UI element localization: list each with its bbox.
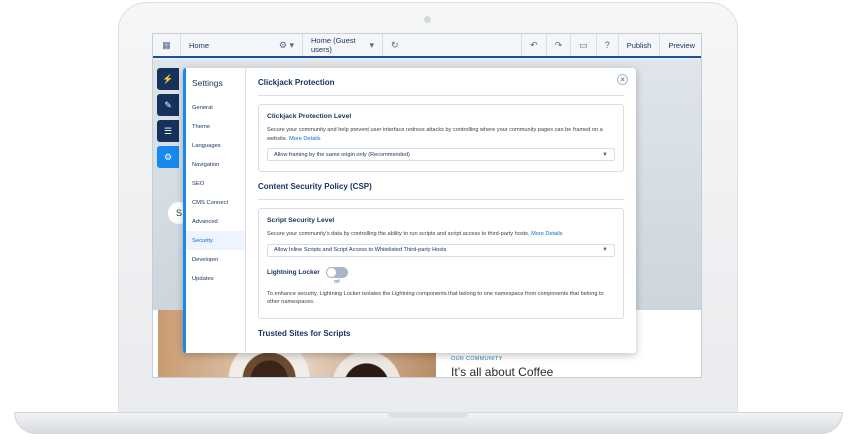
divider	[258, 199, 624, 200]
list-icon: ☰	[163, 125, 173, 136]
theme-button[interactable]: ✎	[157, 94, 179, 116]
grid-icon: ▦	[162, 39, 171, 50]
redo-icon: ↷	[554, 39, 563, 50]
undo-button[interactable]: ↶	[521, 34, 547, 56]
settings-nav-cms-connect[interactable]: CMS Connect	[186, 193, 245, 212]
gear-icon[interactable]: ⚙ ▾	[279, 40, 294, 51]
redo-button[interactable]: ↷	[547, 34, 572, 56]
publish-button[interactable]: Publish	[619, 34, 661, 56]
left-rail: ⚡ ✎ ☰ ⚙	[157, 68, 179, 168]
csp-description: Secure your community's data by controll…	[267, 230, 615, 239]
home-label: Home	[189, 40, 210, 50]
toggle-knob	[326, 267, 336, 277]
lightning-button[interactable]: ⚡	[157, 68, 179, 90]
camera	[424, 16, 431, 23]
csp-description-text: Secure your community's data by controll…	[267, 231, 530, 237]
undo-icon: ↶	[530, 39, 538, 50]
chevron-down-icon: ▼	[602, 151, 608, 158]
gear-icon: ⚙	[163, 151, 173, 162]
close-icon: ✕	[619, 76, 626, 84]
page-home[interactable]: Home ⚙ ▾	[181, 34, 303, 56]
promo-block: OUR COMMUNITY It’s all about Coffee	[451, 356, 554, 378]
pages-button[interactable]: ☰	[157, 120, 179, 142]
settings-panel: Settings General Theme Languages Navigat…	[183, 68, 636, 353]
clickjack-more-details-link[interactable]: More Details	[289, 136, 320, 142]
script-security-title: Script Security Level	[267, 217, 335, 224]
locker-state: Off	[333, 278, 340, 284]
chevron-down-icon: ▾	[369, 39, 374, 50]
locker-description: To enhance security, Lightning Locker is…	[267, 290, 604, 306]
locker-toggle[interactable]	[325, 266, 348, 278]
settings-nav-languages[interactable]: Languages	[186, 136, 245, 155]
close-button[interactable]: ✕	[617, 74, 628, 85]
locker-label: Lightning Locker	[267, 268, 320, 276]
settings-nav-theme[interactable]: Theme	[186, 117, 245, 136]
clickjack-level-select[interactable]: Allow framing by the same origin only (R…	[267, 148, 615, 161]
device-button[interactable]: ▭	[571, 34, 597, 56]
refresh-button[interactable]: ↻	[383, 34, 403, 56]
settings-button[interactable]: ⚙	[157, 146, 179, 168]
locker-row: Lightning Locker Off	[267, 266, 615, 284]
preview-button[interactable]: Preview	[660, 34, 701, 56]
promo-title: It’s all about Coffee	[451, 365, 554, 378]
script-security-select[interactable]: Allow Inline Scripts and Script Access t…	[267, 243, 615, 257]
settings-nav-seo[interactable]: SEO	[186, 174, 245, 193]
laptop-notch	[388, 412, 468, 418]
script-select-value: Allow Inline Scripts and Script Access t…	[274, 247, 447, 253]
page-selector[interactable]: Home (Guest users) ▾	[303, 34, 383, 56]
settings-content: ✕ Clickjack Protection Clickjack Protect…	[246, 68, 636, 353]
refresh-icon: ↻	[391, 39, 399, 50]
settings-nav-general[interactable]: General	[186, 98, 245, 117]
app-menu-button[interactable]: ▦	[153, 34, 181, 56]
desktop-icon: ▭	[579, 39, 588, 50]
csp-section-title: Content Security Policy (CSP)	[258, 182, 372, 191]
settings-nav-developer[interactable]: Developer	[186, 250, 245, 269]
screen: ▦ Home ⚙ ▾ Home (Guest users) ▾ ↻ ↶ ↷ ▭ …	[152, 33, 702, 378]
csp-more-details-link[interactable]: More Details	[531, 231, 562, 237]
chevron-down-icon: ▼	[602, 247, 608, 253]
builder-topbar: ▦ Home ⚙ ▾ Home (Guest users) ▾ ↻ ↶ ↷ ▭ …	[153, 34, 701, 58]
promo-kicker: OUR COMMUNITY	[451, 356, 503, 362]
clickjack-description: Secure your community and help prevent u…	[267, 126, 615, 143]
lightning-icon: ⚡	[162, 73, 174, 84]
locker-toggle-wrap: Off	[325, 266, 348, 284]
settings-sidebar: Settings General Theme Languages Navigat…	[186, 68, 246, 353]
csp-card: Script Security Level Secure your commun…	[258, 208, 624, 319]
clickjack-card-title: Clickjack Protection Level	[267, 113, 352, 120]
settings-nav-advanced[interactable]: Advanced	[186, 212, 245, 231]
settings-nav-navigation[interactable]: Navigation	[186, 155, 245, 174]
clickjack-card: Clickjack Protection Level Secure your c…	[258, 104, 624, 172]
divider	[258, 95, 624, 96]
trusted-sites-title: Trusted Sites for Scripts	[258, 328, 351, 338]
settings-nav-updates[interactable]: Updates	[186, 269, 245, 288]
clickjack-select-value: Allow framing by the same origin only (R…	[274, 151, 410, 158]
settings-nav-security[interactable]: Security	[186, 231, 245, 250]
page-selector-label: Home (Guest users)	[311, 36, 356, 54]
settings-title: Settings	[192, 78, 223, 88]
pencil-icon: ✎	[164, 99, 172, 110]
clickjack-section-title: Clickjack Protection	[258, 78, 335, 87]
help-icon: ?	[604, 40, 610, 50]
help-button[interactable]: ?	[597, 34, 619, 56]
